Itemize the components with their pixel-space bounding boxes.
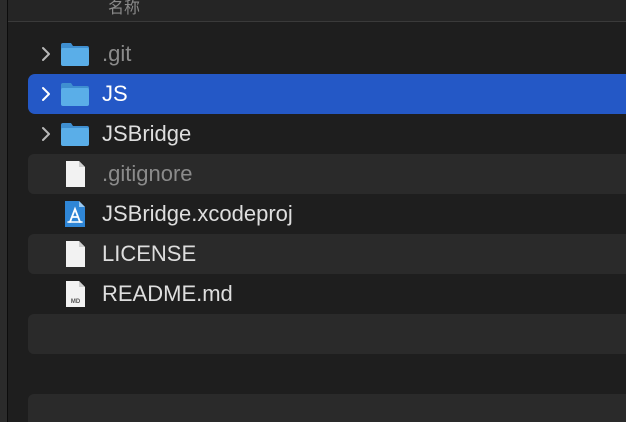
disclosure-chevron-icon[interactable] [36, 124, 56, 144]
disclosure-chevron-icon[interactable] [36, 44, 56, 64]
folder-icon [61, 83, 89, 106]
markdown-file-icon: MD [66, 281, 85, 307]
empty-row [28, 354, 626, 394]
xcodeproj-icon [65, 201, 85, 227]
file-name: JSBridge [102, 121, 192, 146]
finder-window: 名称 .git JS JSBridge .gitignore JSBridge.… [0, 0, 626, 422]
file-list: .git JS JSBridge .gitignore JSBridge.xco… [28, 34, 626, 422]
folder-icon [61, 123, 89, 146]
file-name: .gitignore [102, 161, 193, 186]
file-name: JS [102, 81, 128, 106]
empty-row [28, 394, 626, 422]
disclosure-chevron-icon[interactable] [36, 84, 56, 104]
document-icon [66, 241, 85, 267]
file-row-license[interactable]: LICENSE [28, 234, 626, 274]
file-name: LICENSE [102, 241, 197, 266]
file-row-js[interactable]: JS [28, 74, 626, 114]
list-column-header[interactable]: 名称 [8, 0, 626, 22]
name-column-header[interactable]: 名称 [108, 0, 140, 18]
folder-icon [61, 43, 89, 66]
file-row-readme[interactable]: MD README.md [28, 274, 626, 314]
file-row-git[interactable]: .git [28, 34, 626, 74]
document-icon [66, 161, 85, 187]
svg-text:MD: MD [71, 299, 81, 305]
file-row-xcodeproj[interactable]: JSBridge.xcodeproj [28, 194, 626, 234]
file-row-gitignore[interactable]: .gitignore [28, 154, 626, 194]
file-row-jsbridge[interactable]: JSBridge [28, 114, 626, 154]
empty-row [28, 314, 626, 354]
file-name: .git [102, 41, 132, 66]
sidebar-edge [0, 0, 8, 422]
file-name: README.md [102, 281, 233, 306]
file-name: JSBridge.xcodeproj [102, 201, 293, 226]
